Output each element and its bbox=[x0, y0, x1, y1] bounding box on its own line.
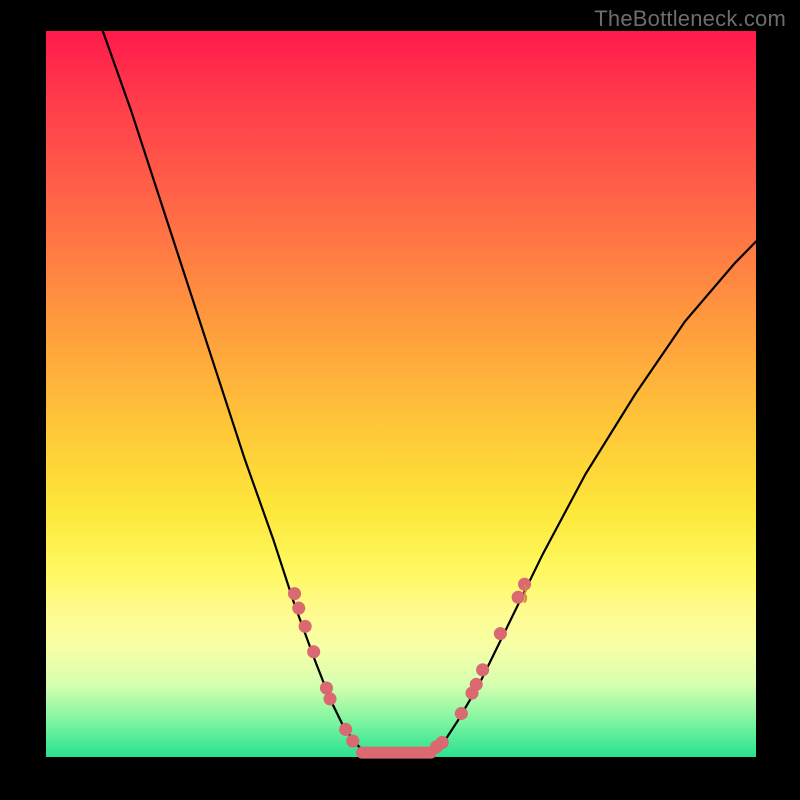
marker-right-1 bbox=[436, 736, 449, 749]
marker-left-2 bbox=[299, 620, 312, 633]
watermark-text: TheBottleneck.com bbox=[594, 6, 786, 32]
marker-left-0 bbox=[288, 587, 301, 600]
chart-overlay bbox=[46, 31, 756, 757]
marker-left-1 bbox=[292, 602, 305, 615]
marker-right-2 bbox=[455, 707, 468, 720]
marker-left-6 bbox=[339, 723, 352, 736]
marker-left-5 bbox=[324, 692, 337, 705]
data-markers bbox=[288, 578, 531, 754]
marker-right-4 bbox=[470, 678, 483, 691]
curve-group bbox=[103, 31, 756, 755]
marker-right-7 bbox=[512, 591, 525, 604]
marker-left-3 bbox=[307, 645, 320, 658]
marker-left-7 bbox=[346, 735, 359, 748]
marker-right-6 bbox=[494, 627, 507, 640]
marker-right-5 bbox=[476, 663, 489, 676]
bottleneck-curve bbox=[103, 31, 756, 755]
outer-frame: TheBottleneck.com bbox=[0, 0, 800, 800]
marker-right-8 bbox=[518, 578, 531, 591]
